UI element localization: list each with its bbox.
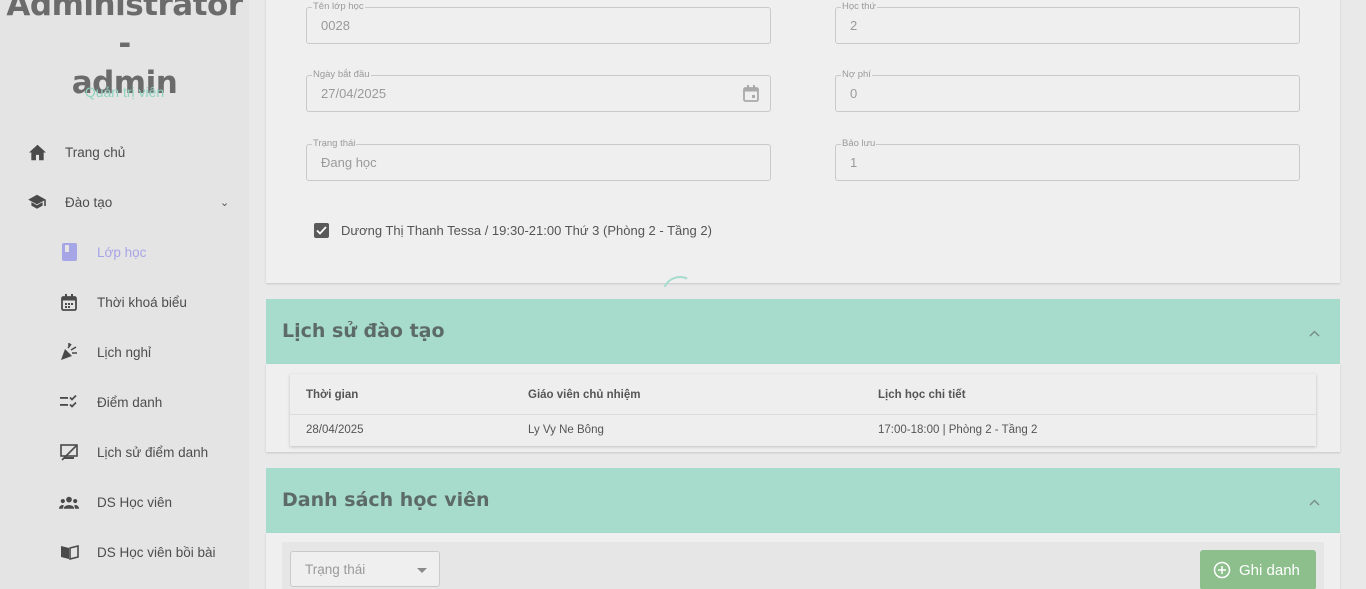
chevron-up-icon[interactable]: [1309, 493, 1320, 511]
student-list-body: Trạng thái Ghi danh: [266, 533, 1340, 589]
schedule-label: Dương Thị Thanh Tessa / 19:30-21:00 Thứ …: [341, 223, 712, 238]
schedule-option: Dương Thị Thanh Tessa / 19:30-21:00 Thứ …: [314, 223, 712, 238]
history-board-icon: [59, 442, 79, 462]
user-role: Quản trị viên: [84, 84, 165, 100]
status-field[interactable]: Trạng thái Đang học: [306, 138, 771, 181]
chevron-up-icon[interactable]: [1309, 324, 1320, 342]
sidebar-item-makeup-students[interactable]: DS Học viên bồi bài: [0, 532, 249, 572]
training-history-header[interactable]: Lịch sử đào tạo: [266, 299, 1340, 364]
chevron-down-icon: ⌄: [220, 196, 230, 209]
sidebar: Administrator - admin Quản trị viên Tran…: [0, 0, 249, 589]
sidebar-item-attendance[interactable]: Điểm danh: [0, 382, 249, 422]
start-date-field[interactable]: Ngày bắt đầu 27/04/2025: [306, 69, 771, 112]
student-list-header[interactable]: Danh sách học viên: [266, 468, 1340, 533]
student-toolbar: Trạng thái Ghi danh: [282, 542, 1324, 589]
home-icon: [27, 142, 47, 162]
schedule-checkbox[interactable]: [314, 223, 329, 238]
table-header: Thời gian Giáo viên chủ nhiệm Lịch học c…: [290, 374, 1316, 415]
checklist-icon: [59, 392, 79, 412]
sidebar-item-attendance-history[interactable]: Lịch sử điểm danh: [0, 432, 249, 472]
calendar-icon[interactable]: [743, 85, 759, 107]
group-icon: [59, 492, 79, 512]
enroll-button[interactable]: Ghi danh: [1200, 550, 1316, 589]
sidebar-item-holidays[interactable]: Lịch nghỉ: [0, 332, 249, 372]
sidebar-item-home[interactable]: Trang chủ: [0, 132, 249, 172]
celebration-icon: [59, 342, 79, 362]
add-circle-icon: [1213, 561, 1231, 579]
class-info-card: Tên lớp học 0028 Học thứ 2 Ngày bắt đầu …: [266, 0, 1340, 283]
book-icon: [59, 542, 79, 562]
dropdown-arrow-icon: [417, 568, 427, 573]
school-icon: [27, 192, 47, 212]
training-history-body: Thời gian Giáo viên chủ nhiệm Lịch học c…: [266, 364, 1340, 452]
main-content: Tên lớp học 0028 Học thứ 2 Ngày bắt đầu …: [266, 0, 1340, 589]
sidebar-item-timetable[interactable]: Thời khoá biểu: [0, 282, 249, 322]
sidebar-item-training[interactable]: Đào tạo ⌄: [0, 182, 249, 222]
session-number-field[interactable]: Học thứ 2: [835, 1, 1300, 44]
training-history-table: Thời gian Giáo viên chủ nhiệm Lịch học c…: [290, 374, 1316, 446]
debt-field[interactable]: Nợ phí 0: [835, 69, 1300, 112]
sidebar-item-students[interactable]: DS Học viên: [0, 482, 249, 522]
class-book-icon: [59, 242, 79, 262]
status-filter-select[interactable]: Trạng thái: [290, 551, 440, 587]
class-name-field[interactable]: Tên lớp học 0028: [306, 1, 771, 44]
reserve-field[interactable]: Bảo lưu 1: [835, 138, 1300, 181]
calendar-icon: [59, 292, 79, 312]
sidebar-item-classes[interactable]: Lớp học: [0, 232, 249, 272]
